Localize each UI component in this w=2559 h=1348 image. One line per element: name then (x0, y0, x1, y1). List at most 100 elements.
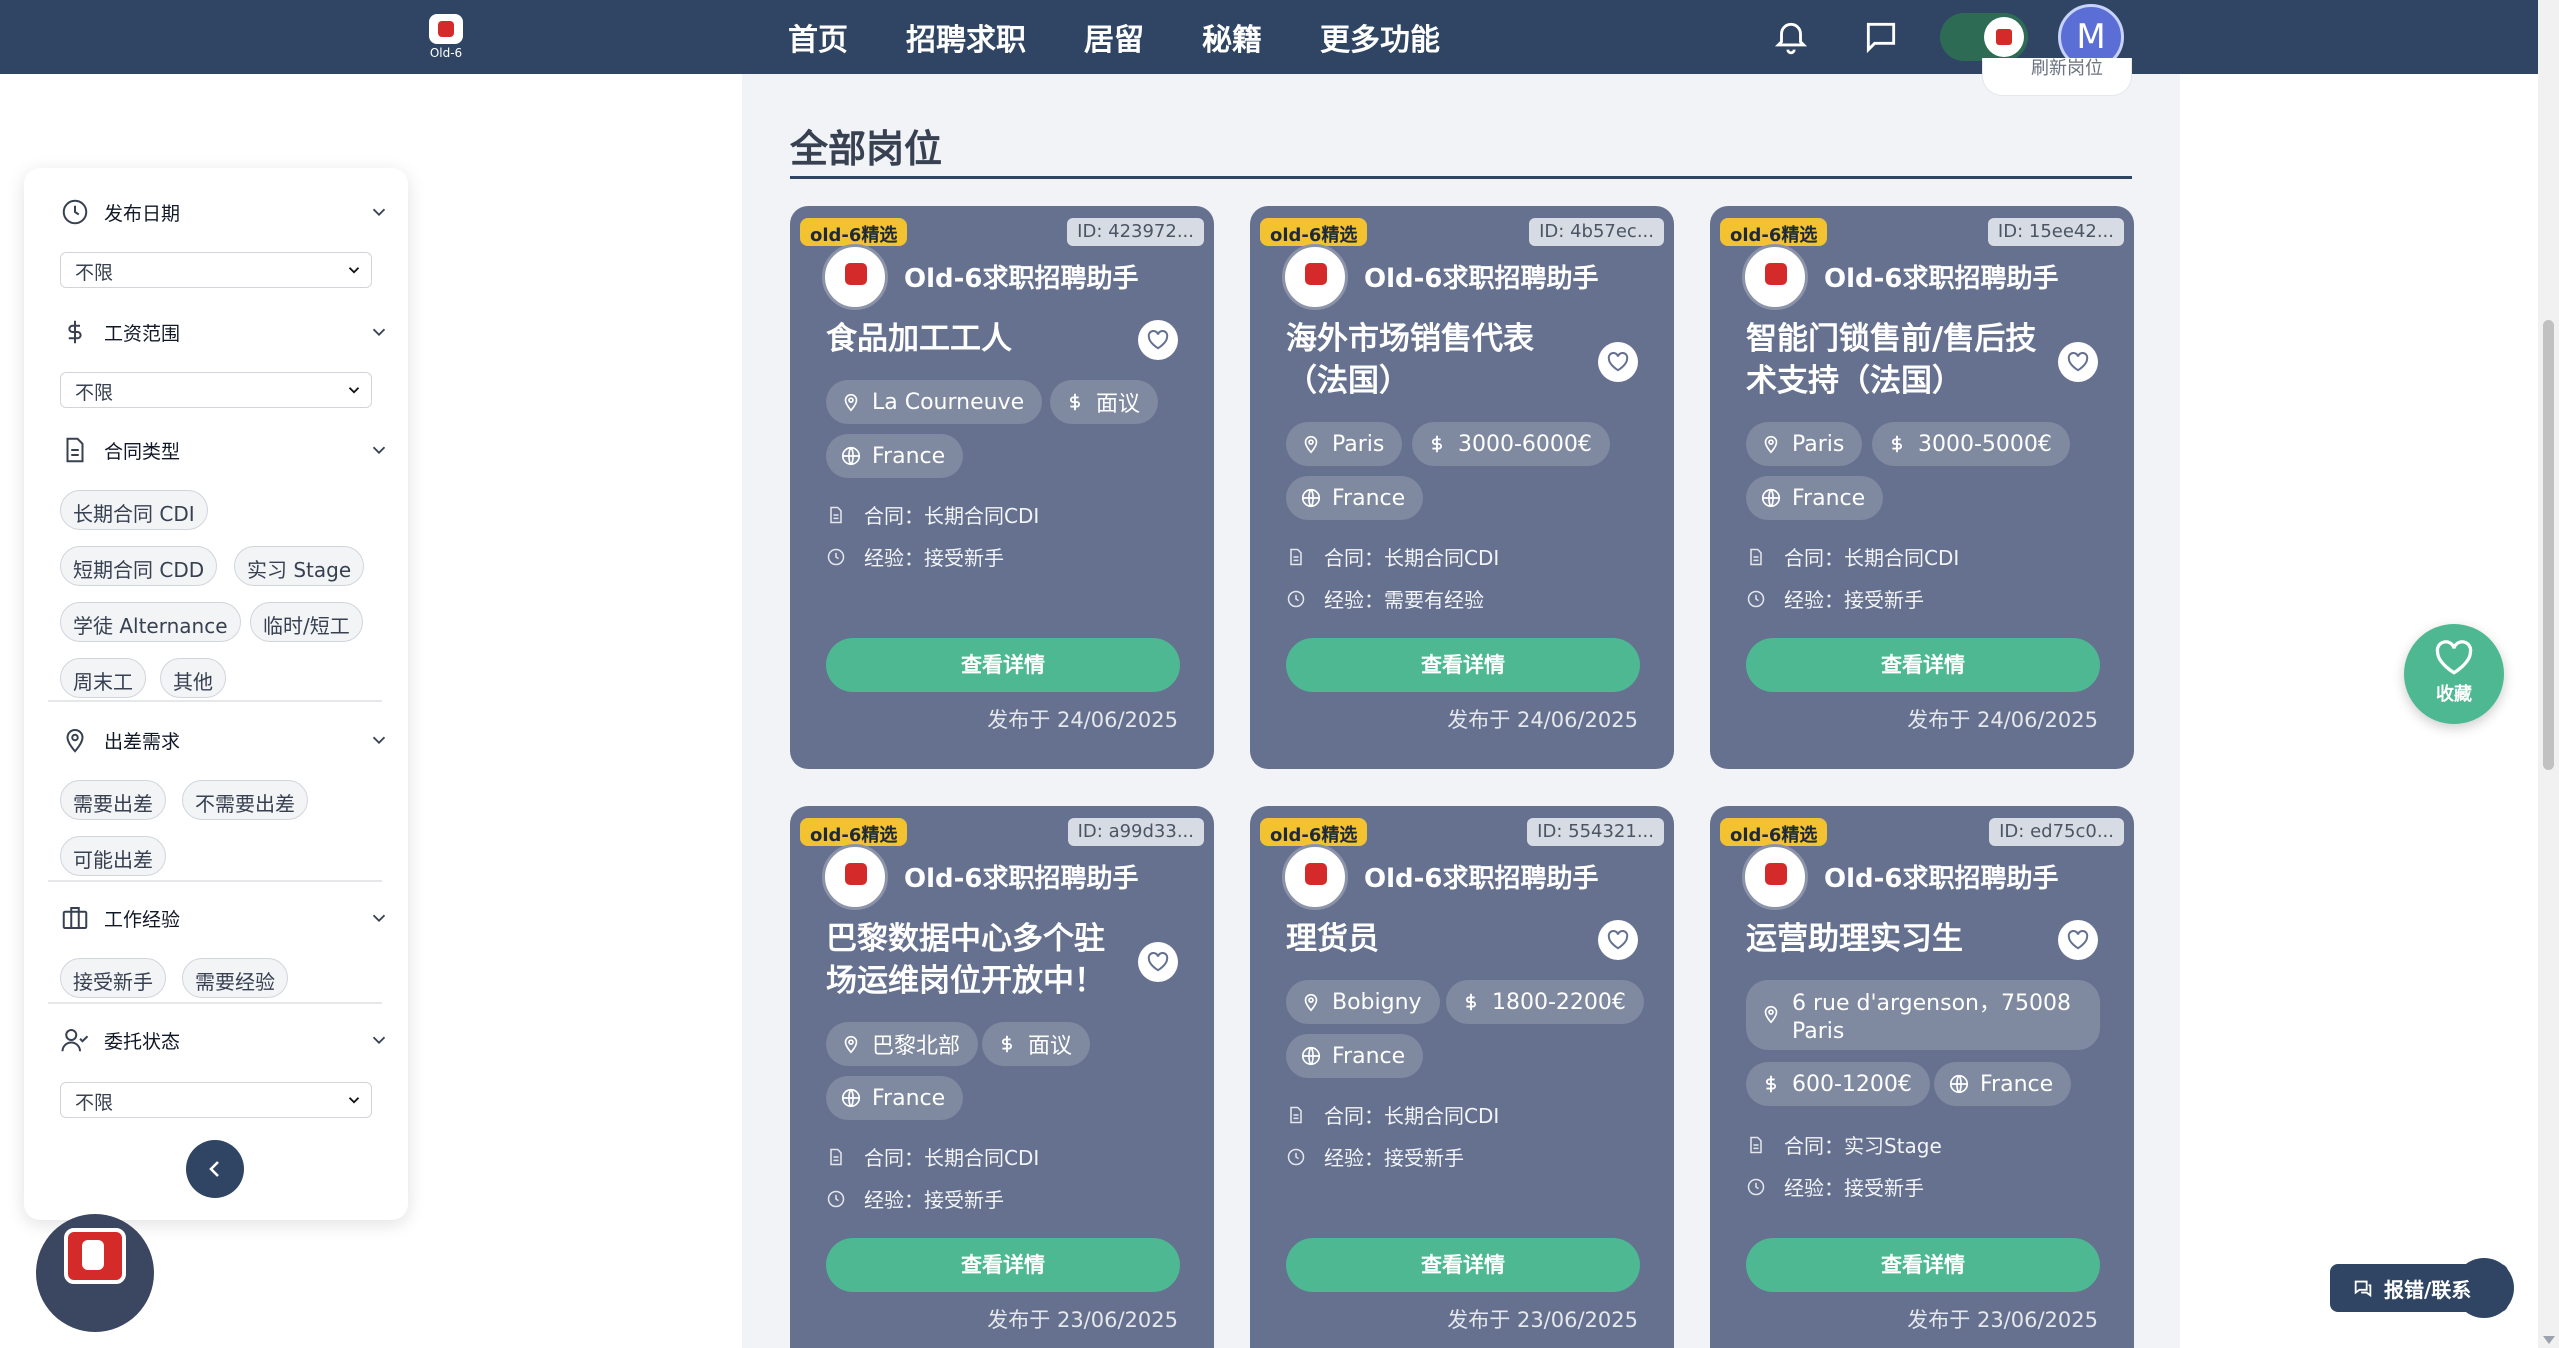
chip-travel-possible[interactable]: 可能出差 (60, 836, 166, 876)
filter-label: 合同类型 (104, 440, 181, 463)
job-card: old-6精选 ID: 423972... Old-6求职招聘助手 食品加工工人… (790, 206, 1214, 769)
nav-item-residence[interactable]: 居留 (1084, 15, 1144, 59)
salary-tag: 3000-6000€ (1412, 422, 1610, 466)
nav-item-home[interactable]: 首页 (788, 15, 848, 59)
dollar-icon (1069, 393, 1081, 411)
chip-contract-other[interactable]: 其他 (160, 658, 226, 698)
recruiter-name: Old-6求职招聘助手 (1364, 264, 1599, 294)
favorite-button[interactable] (2058, 342, 2098, 382)
favorites-float-button[interactable]: 收藏 (2404, 624, 2504, 724)
recruiter-logo (1742, 844, 1808, 910)
filter-header-salary[interactable]: 工资范围 (60, 312, 390, 352)
document-icon (1750, 1136, 1762, 1153)
divider (48, 700, 382, 702)
experience-info: 经验：接受新手 (826, 1184, 1004, 1213)
contract-text: 合同：长期合同CDI (864, 504, 1040, 528)
filter-header-delegation[interactable]: 委托状态 (60, 1020, 390, 1060)
filter-label: 工资范围 (104, 322, 181, 345)
job-title[interactable]: 海外市场销售代表（法国） (1286, 318, 1586, 402)
nav-item-jobs[interactable]: 招聘求职 (906, 15, 1026, 59)
refresh-jobs-button[interactable]: 刷新岗位 (1982, 58, 2132, 96)
chip-contract-cdi[interactable]: 长期合同 CDI (60, 490, 208, 530)
favorite-button[interactable] (2058, 920, 2098, 960)
experience-text: 经验：接受新手 (1784, 1176, 1924, 1200)
heart-icon (1607, 930, 1629, 950)
experience-info: 经验：接受新手 (1746, 1172, 1924, 1201)
job-card: old-6精选 ID: 554321... Old-6求职招聘助手 理货员 Bo… (1250, 806, 1674, 1348)
globe-icon (1301, 488, 1321, 508)
country-tag: France (1746, 476, 1884, 520)
heart-icon (1607, 352, 1629, 372)
chevron-down-icon (372, 446, 386, 455)
recruiter-logo (1282, 244, 1348, 310)
filter-header-contract[interactable]: 合同类型 (60, 430, 390, 470)
chip-contract-stage[interactable]: 实习 Stage (234, 546, 365, 586)
publish-date-select[interactable]: 不限 (60, 252, 372, 288)
favorite-button[interactable] (1138, 942, 1178, 982)
brand-logo[interactable]: Old-6 (424, 14, 468, 60)
chip-contract-alternance[interactable]: 学徒 Alternance (60, 602, 241, 642)
nav-item-guides[interactable]: 秘籍 (1202, 15, 1262, 59)
location-pin-icon (1304, 993, 1318, 1012)
report-contact-button[interactable]: 报错/联系 (2330, 1264, 2508, 1312)
chip-experience-newcomer[interactable]: 接受新手 (60, 958, 166, 998)
country-text: France (1980, 1071, 2054, 1097)
location-text: Paris (1332, 431, 1385, 457)
section-title: 全部岗位 (790, 127, 943, 171)
view-details-button[interactable]: 查看详情 (1746, 1238, 2100, 1292)
document-icon (1750, 548, 1762, 565)
view-details-button[interactable]: 查看详情 (1286, 1238, 1640, 1292)
location-tag: 巴黎北部 (826, 1022, 979, 1066)
view-details-button[interactable]: 查看详情 (826, 1238, 1180, 1292)
page-scrollbar[interactable] (2538, 0, 2559, 1348)
filter-header-publish-date[interactable]: 发布日期 (60, 192, 390, 232)
bell-icon[interactable] (1772, 18, 1810, 56)
filter-header-travel[interactable]: 出差需求 (60, 720, 390, 760)
collapse-sidebar-button[interactable] (186, 1140, 244, 1198)
chevron-down-icon (348, 387, 360, 394)
chip-contract-cdd[interactable]: 短期合同 CDD (60, 546, 218, 586)
chip-contract-temporary[interactable]: 临时/短工 (250, 602, 363, 642)
favorite-button[interactable] (1598, 342, 1638, 382)
heart-icon (2435, 640, 2473, 675)
chip-travel-required[interactable]: 需要出差 (60, 780, 166, 820)
view-details-button[interactable]: 查看详情 (1746, 638, 2100, 692)
country-tag: France (826, 1076, 964, 1120)
scroll-down-arrow[interactable] (2543, 1336, 2555, 1344)
salary-select[interactable]: 不限 (60, 372, 372, 408)
chip-contract-weekend[interactable]: 周末工 (60, 658, 146, 698)
nav-item-more[interactable]: 更多功能 (1320, 15, 1440, 59)
report-label: 报错/联系 (2384, 1277, 2472, 1302)
featured-badge: old-6精选 (800, 218, 908, 246)
favorite-button[interactable] (1138, 320, 1178, 360)
recruiter-name: Old-6求职招聘助手 (1824, 264, 2059, 294)
location-tag: Paris (1746, 422, 1863, 466)
delegation-select[interactable]: 不限 (60, 1082, 372, 1118)
mascot-avatar[interactable] (36, 1214, 154, 1332)
filter-header-experience[interactable]: 工作经验 (60, 898, 390, 938)
location-pin-icon (844, 393, 858, 412)
salary-text: 600-1200€ (1792, 1071, 1912, 1097)
scrollbar-thumb[interactable] (2543, 320, 2554, 770)
mode-toggle[interactable] (1940, 13, 2028, 61)
location-text: 巴黎北部 (872, 1034, 961, 1059)
contract-info: 合同：长期合同CDI (1746, 542, 1959, 571)
view-details-button[interactable]: 查看详情 (1286, 638, 1640, 692)
job-title[interactable]: 智能门锁售前/售后技术支持（法国） (1746, 318, 2046, 402)
view-details-button[interactable]: 查看详情 (826, 638, 1180, 692)
job-title[interactable]: 食品加工工人 (826, 318, 1126, 360)
job-title[interactable]: 运营助理实习生 (1746, 918, 2046, 960)
message-icon[interactable] (1862, 18, 1900, 56)
job-title[interactable]: 巴黎数据中心多个驻场运维岗位开放中！ (826, 918, 1126, 1002)
contract-text: 合同：长期合同CDI (1324, 1104, 1500, 1128)
contract-info: 合同：长期合同CDI (826, 500, 1039, 529)
job-id: ID: 554321... (1527, 818, 1664, 846)
chip-travel-none[interactable]: 不需要出差 (182, 780, 308, 820)
globe-icon (841, 446, 861, 466)
chip-experience-required[interactable]: 需要经验 (182, 958, 288, 998)
document-icon (830, 506, 842, 523)
location-pin-icon (844, 1035, 858, 1054)
contract-info: 合同：实习Stage (1746, 1130, 1942, 1159)
favorite-button[interactable] (1598, 920, 1638, 960)
job-title[interactable]: 理货员 (1286, 918, 1586, 960)
